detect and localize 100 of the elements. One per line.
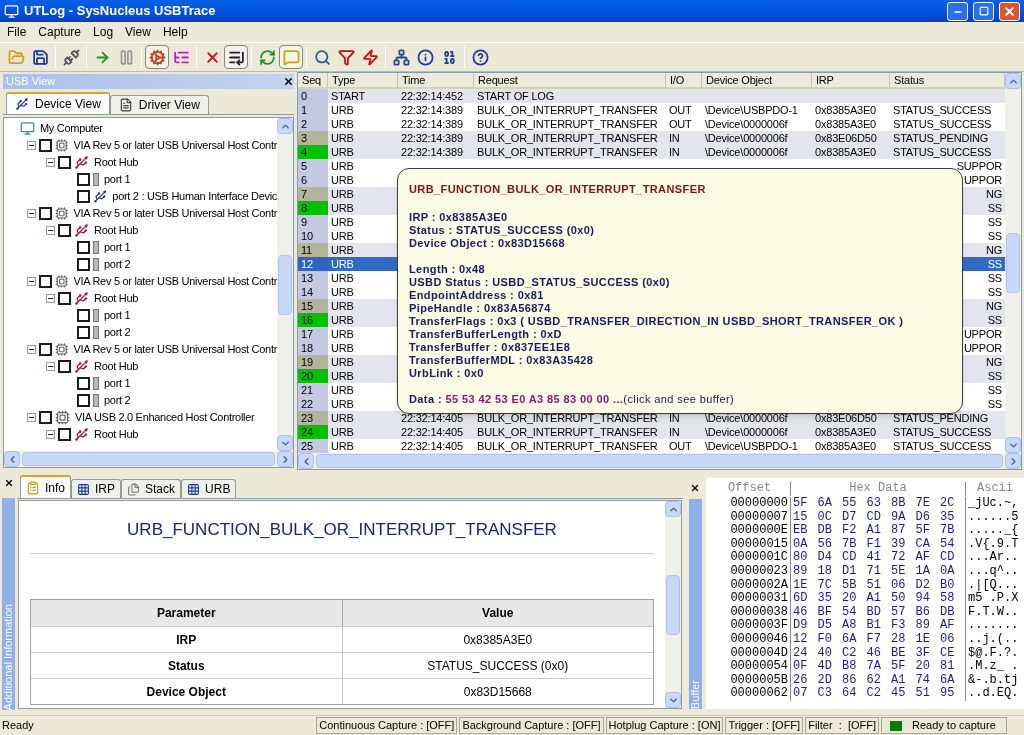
checkbox[interactable]: [39, 207, 52, 220]
checkbox[interactable]: [39, 139, 52, 152]
tree-item[interactable]: Root Hub: [94, 358, 139, 375]
table-row[interactable]: 4 URB 22:32:14:389 BULK_OR_INTERRUPT_TRANSFER IN \Device\0000006f 0x8385A3E0 STATUS_SUCCESS: [298, 145, 1005, 159]
table-row[interactable]: 3 URB 22:32:14:389 BULK_OR_INTERRUPT_TRANSFER IN \Device\0000006f 0x83E06D50 STATUS_PENDING: [298, 131, 1005, 145]
checkbox[interactable]: [39, 411, 52, 424]
panel-title: USB View: [5, 74, 56, 90]
scrollbar[interactable]: [1005, 73, 1021, 453]
checkbox[interactable]: [58, 292, 71, 305]
checkbox[interactable]: [58, 428, 71, 441]
tree-item[interactable]: port 1: [104, 171, 131, 188]
tree-item[interactable]: port 1: [104, 307, 131, 324]
scrollbar-thumb[interactable]: [666, 574, 680, 635]
tooltip-data-line[interactable]: Data : 55 53 42 53 E0 A3 85 83 00 00 ...(click and see buffer): [409, 392, 951, 406]
scrollbar[interactable]: [665, 501, 681, 708]
tab[interactable]: Device View: [6, 92, 110, 114]
scrollbar[interactable]: [4, 451, 293, 467]
seq-cell: 8: [298, 201, 328, 215]
tree-item[interactable]: port 2: [104, 256, 131, 273]
speech-bubble-icon: [282, 48, 300, 66]
tree-item[interactable]: My Computer: [40, 120, 103, 137]
expander-icon[interactable]: [27, 413, 36, 422]
menu-item[interactable]: View: [119, 23, 157, 41]
tab[interactable]: IRP: [71, 479, 122, 498]
scrollbar-thumb[interactable]: [22, 452, 275, 466]
table-row[interactable]: 24 URB 22:32:14:405 BULK_OR_INTERRUPT_TRANSFER IN \Device\0000006f 0x8385A3E0 STATUS_SUCCESS: [298, 425, 1005, 439]
checkbox[interactable]: [77, 309, 90, 322]
checkbox[interactable]: [77, 394, 90, 407]
tree-item[interactable]: port 1: [104, 375, 131, 392]
offset-cell: 00000023: [709, 564, 791, 579]
checkbox[interactable]: [77, 190, 90, 203]
checkbox[interactable]: [58, 156, 71, 169]
tree-item[interactable]: VIA Rev 5 or later USB Universal Host Contr: [73, 137, 277, 154]
table-cell: STATUS_SUCCESS: [893, 118, 992, 130]
menu-item[interactable]: Log: [87, 23, 120, 41]
expander-icon[interactable]: [46, 430, 55, 439]
expander-icon[interactable]: [46, 294, 55, 303]
restore-button[interactable]: [973, 1, 994, 21]
tree-item[interactable]: port 2: [104, 324, 131, 341]
table-cell: STATUS_SUCCESS: [893, 146, 992, 158]
tab[interactable]: URB: [181, 479, 237, 498]
table-cell: URB: [331, 286, 354, 298]
expander-icon[interactable]: [27, 141, 36, 150]
checkbox[interactable]: [77, 173, 90, 186]
column-header[interactable]: I/O: [666, 73, 702, 87]
menu-item[interactable]: File: [1, 23, 33, 41]
column-header[interactable]: IRP: [812, 73, 890, 87]
checkbox[interactable]: [58, 360, 71, 373]
tree-item[interactable]: VIA Rev 5 or later USB Universal Host Contr: [73, 273, 277, 290]
tree-item[interactable]: Root Hub: [94, 290, 139, 307]
column-header[interactable]: Type: [328, 73, 398, 87]
column-header: Value: [341, 599, 653, 626]
tree-item[interactable]: port 1: [104, 239, 131, 256]
grid-icon: [187, 482, 201, 496]
tree-item[interactable]: port 2 : USB Human Interface Devic: [112, 188, 277, 205]
checkbox[interactable]: [39, 275, 52, 288]
column-header[interactable]: Seq: [298, 73, 328, 87]
tab[interactable]: Driver View: [109, 95, 209, 114]
column-header[interactable]: Device Object: [702, 73, 812, 87]
column-header[interactable]: Request: [474, 73, 666, 87]
table-cell: STATUS_PENDING: [893, 412, 989, 424]
tree-item[interactable]: Root Hub: [94, 222, 139, 239]
close-icon[interactable]: [690, 483, 700, 493]
tree-item[interactable]: Root Hub: [94, 154, 139, 171]
scrollbar[interactable]: [277, 118, 293, 451]
tree-item[interactable]: VIA Rev 5 or later USB Universal Host Contr: [73, 341, 277, 358]
expander-icon[interactable]: [46, 158, 55, 167]
menu-item[interactable]: Capture: [32, 23, 88, 41]
close-icon[interactable]: [283, 76, 294, 87]
tab[interactable]: Info: [20, 475, 71, 498]
scrollbar-thumb[interactable]: [1006, 233, 1020, 293]
scrollbar[interactable]: [298, 453, 1021, 469]
menu-item[interactable]: Help: [156, 23, 194, 41]
checkbox[interactable]: [77, 377, 90, 390]
minimize-button[interactable]: [947, 1, 968, 21]
checkbox[interactable]: [77, 258, 90, 271]
tree-item[interactable]: VIA USB 2.0 Enhanced Host Controller: [75, 409, 255, 426]
info-title: URB_FUNCTION_BULK_OR_INTERRUPT_TRANSFER: [30, 517, 654, 554]
expander-icon[interactable]: [27, 209, 36, 218]
tab[interactable]: Stack: [121, 479, 182, 498]
toolbar-button[interactable]: [224, 45, 248, 69]
chip-icon: [55, 274, 69, 289]
scrollbar-thumb[interactable]: [278, 254, 292, 315]
checkbox[interactable]: [58, 224, 71, 237]
checkbox[interactable]: [39, 343, 52, 356]
scrollbar-thumb[interactable]: [316, 454, 1003, 468]
expander-icon[interactable]: [27, 277, 36, 286]
column-header[interactable]: Time: [398, 73, 474, 87]
filter-icon: [337, 48, 355, 66]
expander-icon[interactable]: [46, 362, 55, 371]
close-icon[interactable]: [3, 478, 14, 488]
checkbox[interactable]: [77, 241, 90, 254]
checkbox[interactable]: [77, 326, 90, 339]
tree-item[interactable]: port 2: [104, 392, 131, 409]
expander-icon[interactable]: [46, 226, 55, 235]
expander-icon[interactable]: [27, 345, 36, 354]
tree-item[interactable]: Root Hub: [94, 426, 139, 443]
tree-item[interactable]: VIA Rev 5 or later USB Universal Host Contr: [73, 205, 277, 222]
table-row[interactable]: 0 START 22:32:14:452 START OF LOG: [298, 89, 1005, 103]
close-button[interactable]: [999, 1, 1020, 21]
